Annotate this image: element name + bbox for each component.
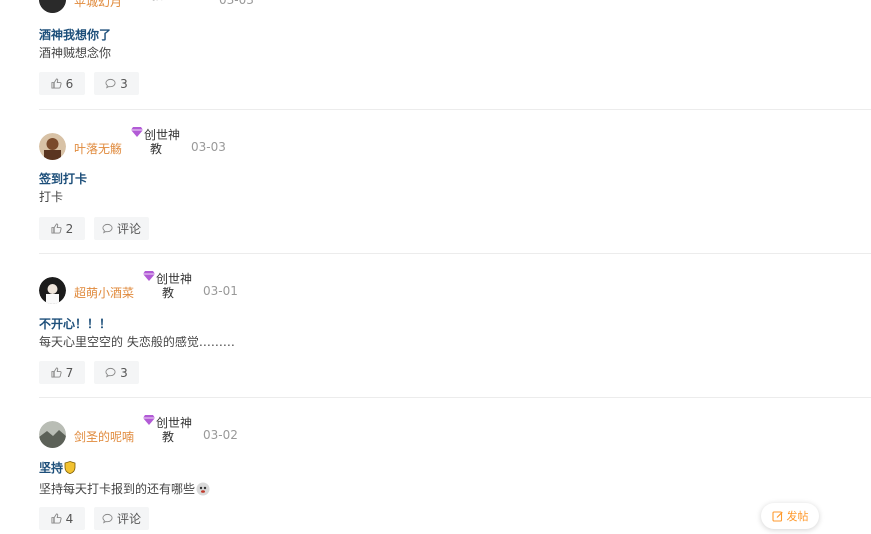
thumb-up-icon: [51, 513, 62, 524]
post-title[interactable]: 签到打卡: [39, 170, 87, 187]
edit-icon: [771, 511, 783, 522]
post-date: 03-02: [203, 428, 238, 442]
comment-button[interactable]: 3: [94, 72, 139, 95]
post-body[interactable]: 坚持每天打卡报到的还有哪些: [39, 480, 210, 497]
like-count: 2: [65, 221, 74, 236]
comment-icon: [102, 223, 113, 234]
user-badge: 创世神 教: [143, 270, 203, 304]
thumb-up-icon: [51, 78, 62, 89]
thumb-up-icon: [51, 367, 62, 378]
like-count: 6: [65, 76, 74, 91]
diamond-icon: [143, 415, 155, 425]
user-badge: 创世神 教: [143, 414, 203, 448]
post-date: 03-03: [191, 140, 226, 154]
avatar[interactable]: [39, 421, 66, 448]
badge-label: 教: [162, 430, 175, 444]
thumb-up-icon: [51, 223, 62, 234]
user-badge: 教: [149, 0, 209, 13]
like-button[interactable]: 6: [39, 72, 85, 95]
post-body[interactable]: 酒神贼想念你: [39, 44, 111, 61]
comment-button[interactable]: 评论: [94, 507, 149, 530]
new-post-button[interactable]: 发帖: [761, 503, 819, 529]
comment-count: 3: [120, 76, 128, 91]
post-divider: [39, 397, 871, 398]
badge-label: 教: [162, 286, 175, 300]
like-button[interactable]: 2: [39, 217, 85, 240]
avatar[interactable]: [39, 277, 66, 304]
post-divider: [39, 109, 871, 110]
ghost-emoji-icon: [196, 482, 210, 495]
author-name[interactable]: 苹城幻月: [74, 0, 122, 10]
post-title[interactable]: 不开心！！！: [39, 315, 111, 332]
badge-label: 教: [151, 0, 163, 3]
avatar[interactable]: [39, 0, 66, 13]
like-button[interactable]: 7: [39, 361, 85, 384]
diamond-icon: [131, 127, 143, 137]
post-title-text: 坚持: [39, 461, 64, 475]
diamond-icon: [143, 271, 155, 281]
comment-button[interactable]: 评论: [94, 217, 149, 240]
comment-icon: [102, 513, 113, 524]
post-title[interactable]: 坚持: [39, 459, 76, 476]
avatar[interactable]: [39, 133, 66, 160]
like-button[interactable]: 4: [39, 507, 85, 530]
comment-count: 评论: [116, 512, 141, 526]
post-date: 03-01: [203, 284, 238, 298]
post-title[interactable]: 酒神我想你了: [39, 26, 111, 43]
like-count: 7: [65, 365, 74, 380]
like-count: 4: [65, 511, 74, 526]
badge-label: 教: [150, 142, 163, 156]
author-name[interactable]: 超萌小酒菜: [74, 284, 134, 301]
author-name[interactable]: 叶落无觞: [74, 140, 122, 157]
shield-emoji-icon: [64, 461, 76, 474]
user-badge: 创世神 教: [131, 126, 191, 160]
post-date: 03-03: [219, 0, 254, 7]
post-divider: [39, 253, 871, 254]
comment-button[interactable]: 3: [94, 361, 139, 384]
post-body-text: 坚持每天打卡报到的还有哪些: [39, 482, 196, 496]
author-name[interactable]: 剑圣的呢喃: [74, 428, 134, 445]
comment-count: 评论: [116, 222, 141, 236]
comment-icon: [105, 367, 116, 378]
post-body[interactable]: 打卡: [39, 188, 63, 205]
post-body[interactable]: 每天心里空空的 失恋般的感觉………: [39, 333, 235, 350]
comment-icon: [105, 78, 116, 89]
comment-count: 3: [120, 365, 128, 380]
new-post-label: 发帖: [786, 510, 809, 523]
